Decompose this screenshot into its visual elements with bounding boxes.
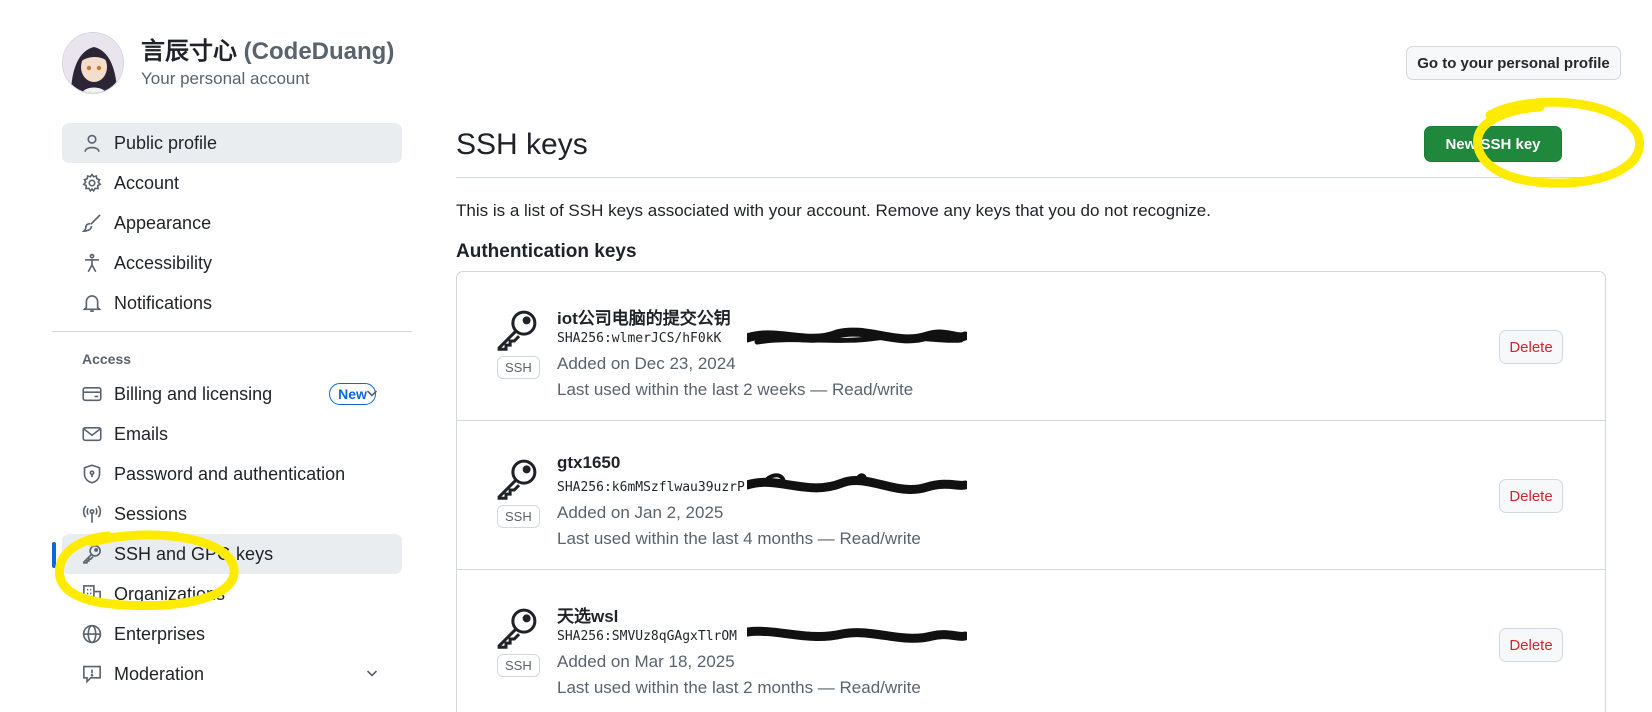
report-icon (82, 664, 102, 684)
sidebar-item-label: Accessibility (114, 252, 213, 273)
go-to-profile-button[interactable]: Go to your personal profile (1406, 46, 1621, 80)
sidebar-item-emails[interactable]: Emails (62, 414, 402, 454)
accessibility-icon (82, 253, 102, 273)
globe-icon (82, 624, 102, 644)
user-login: (CodeDuang) (243, 38, 395, 65)
page-description: This is a list of SSH keys associated wi… (456, 201, 1211, 220)
ssh-key-title: gtx1650 (557, 453, 621, 472)
delete-key-button[interactable]: Delete (1499, 628, 1563, 662)
credit-card-icon (82, 384, 102, 404)
sidebar-item-moderation[interactable]: Moderation (62, 654, 402, 694)
account-subtitle: Your personal account (141, 69, 310, 88)
sidebar-item-label: SSH and GPG keys (114, 543, 274, 564)
sidebar-divider (52, 331, 412, 332)
sidebar-item-label: Billing and licensing (114, 383, 273, 404)
ssh-type-label: SSH (497, 356, 540, 379)
delete-key-button[interactable]: Delete (1499, 479, 1563, 513)
sidebar-item-organizations[interactable]: Organizations (62, 574, 402, 614)
title-divider (456, 177, 1606, 178)
key-icon (497, 459, 537, 500)
sidebar-item-label: Moderation (114, 663, 205, 684)
ssh-key-fingerprint: SHA256:k6mMSzflwau39uzrP (557, 480, 745, 495)
person-icon (82, 133, 102, 153)
sidebar-item-label: Notifications (114, 292, 213, 313)
ssh-key-last-used: Last used within the last 2 months — Rea… (557, 678, 921, 697)
ssh-key-title: 天选wsl (557, 607, 619, 626)
user-name-text: 言辰寸心 (141, 38, 237, 65)
chevron-down-icon[interactable] (364, 385, 380, 401)
ssh-key-added-date: Added on Mar 18, 2025 (557, 652, 735, 671)
sidebar-item-label: Account (114, 172, 180, 193)
ssh-key-row: SSH iot公司电脑的提交公钥 SHA256:wlmerJCS/hF0kK A… (457, 272, 1605, 421)
active-indicator (52, 542, 56, 568)
sidebar-item-sessions[interactable]: Sessions (62, 494, 402, 534)
ssh-key-added-date: Added on Jan 2, 2025 (557, 503, 724, 522)
redaction-scribble (747, 473, 967, 494)
mail-icon (82, 424, 102, 444)
new-ssh-key-button[interactable]: New SSH key (1424, 126, 1562, 162)
sidebar-item-label: Sessions (114, 503, 188, 524)
sidebar-item-enterprises[interactable]: Enterprises (62, 614, 402, 654)
ssh-type-label: SSH (497, 505, 540, 528)
paintbrush-icon (82, 213, 102, 233)
broadcast-icon (82, 504, 102, 524)
bell-icon (82, 293, 102, 313)
sidebar-item-label: Public profile (114, 132, 218, 153)
ssh-key-title: iot公司电脑的提交公钥 (557, 309, 731, 328)
ssh-key-list: SSH iot公司电脑的提交公钥 SHA256:wlmerJCS/hF0kK A… (456, 271, 1606, 712)
sidebar-item-label: Emails (114, 423, 169, 444)
chevron-down-icon[interactable] (364, 665, 380, 681)
ssh-key-added-date: Added on Dec 23, 2024 (557, 354, 736, 373)
ssh-key-last-used: Last used within the last 2 weeks — Read… (557, 380, 914, 399)
sidebar-item-account[interactable]: Account (62, 163, 402, 203)
delete-key-button[interactable]: Delete (1499, 330, 1563, 364)
ssh-type-label: SSH (497, 654, 540, 677)
sidebar-item-label: Appearance (114, 212, 212, 233)
gear-icon (82, 173, 102, 193)
organization-icon (82, 584, 102, 604)
user-display-name: 言辰寸心 (CodeDuang) (141, 37, 394, 67)
sidebar-item-appearance[interactable]: Appearance (62, 203, 402, 243)
page-title: SSH keys (456, 128, 588, 161)
sidebar-item-notifications[interactable]: Notifications (62, 283, 402, 323)
ssh-key-last-used: Last used within the last 4 months — Rea… (557, 529, 921, 548)
sidebar-heading-access: Access (82, 351, 132, 367)
key-icon (497, 310, 537, 351)
sidebar-item-label: Enterprises (114, 623, 206, 644)
sidebar-item-label: Password and authentication (114, 463, 346, 484)
ssh-key-fingerprint: SHA256:SMVUz8qGAgxTlrOM (557, 629, 738, 644)
account-header: 言辰寸心 (CodeDuang) Your personal account (62, 32, 394, 94)
sidebar-item-accessibility[interactable]: Accessibility (62, 243, 402, 283)
key-icon (82, 544, 102, 564)
sidebar-item-ssh-gpg-keys[interactable]: SSH and GPG keys (52, 534, 402, 574)
sidebar-item-billing[interactable]: Billing and licensing New (62, 374, 402, 414)
avatar[interactable] (62, 32, 124, 94)
settings-sidebar: Public profile Account Appearance Access… (52, 123, 412, 694)
ssh-key-fingerprint: SHA256:wlmerJCS/hF0kK (557, 331, 722, 346)
sidebar-item-public-profile[interactable]: Public profile (62, 123, 402, 163)
sidebar-item-password-authentication[interactable]: Password and authentication (62, 454, 402, 494)
sidebar-item-label: Organizations (114, 583, 226, 604)
section-title-authentication-keys: Authentication keys (456, 241, 637, 262)
ssh-key-row: SSH 天选wsl SHA256:SMVUz8qGAgxTlrOM Added … (457, 570, 1605, 712)
redaction-scribble (747, 327, 967, 345)
redaction-scribble (747, 626, 967, 643)
ssh-key-row: SSH gtx1650 SHA256:k6mMSzflwau39uzrP Add… (457, 421, 1605, 570)
key-icon (497, 608, 537, 649)
shield-lock-icon (82, 464, 102, 484)
